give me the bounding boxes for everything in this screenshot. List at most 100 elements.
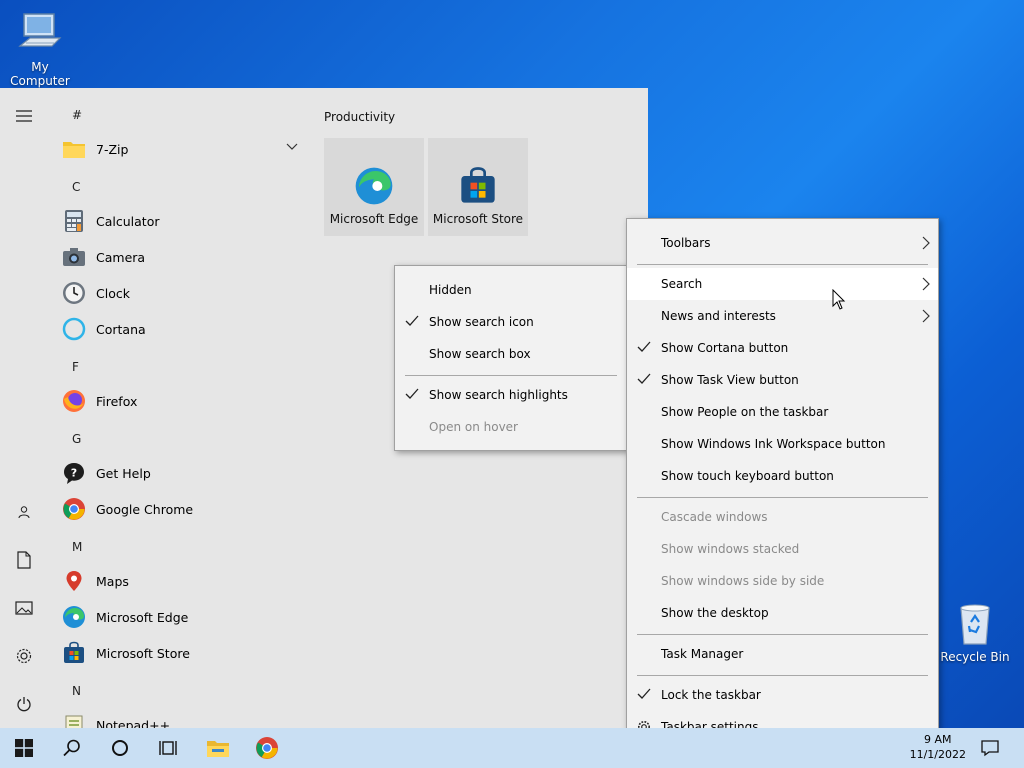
get-help-icon: ?: [62, 461, 86, 485]
documents-icon[interactable]: [12, 548, 36, 572]
chevron-right-icon: [922, 236, 930, 250]
maps-icon: [62, 569, 86, 593]
start-button[interactable]: [0, 728, 48, 768]
svg-text:?: ?: [71, 467, 77, 480]
menu-item-show-windows-side-by-side[interactable]: Show windows side by side: [627, 565, 938, 597]
store-icon: [461, 167, 495, 203]
menu-item-show-people[interactable]: Show People on the taskbar: [627, 396, 938, 428]
app-label: Cortana: [96, 321, 146, 337]
app-item-clock[interactable]: Clock: [48, 275, 310, 311]
power-icon[interactable]: [12, 692, 36, 716]
app-label: Notepad++: [96, 717, 171, 729]
chevron-right-icon: [922, 277, 930, 291]
taskbar: 9 AM 11/1/2022: [0, 728, 1024, 768]
settings-gear-icon[interactable]: [12, 644, 36, 668]
chrome-icon: [256, 737, 278, 759]
hamburger-menu-icon[interactable]: [12, 104, 36, 128]
section-letter[interactable]: #: [72, 108, 82, 122]
app-item-cortana[interactable]: Cortana: [48, 311, 310, 347]
tile-microsoft-edge[interactable]: Microsoft Edge: [324, 138, 424, 236]
menu-item-show-windows-stacked[interactable]: Show windows stacked: [627, 533, 938, 565]
task-view-icon: [159, 741, 177, 755]
app-item-7zip[interactable]: 7-Zip: [48, 131, 310, 167]
menu-separator: [637, 497, 928, 498]
start-rail: [0, 88, 48, 728]
menu-item-show-search-icon[interactable]: Show search icon: [395, 306, 627, 338]
menu-item-toolbars[interactable]: Toolbars: [627, 227, 938, 259]
app-item-maps[interactable]: Maps: [48, 563, 310, 599]
app-item-microsoft-store[interactable]: Microsoft Store: [48, 635, 310, 671]
app-list[interactable]: # 7-Zip C Calculator Camera Clock Cortan…: [48, 88, 310, 728]
app-item-microsoft-edge[interactable]: Microsoft Edge: [48, 599, 310, 635]
store-icon: [62, 641, 86, 665]
menu-item-show-cortana-button[interactable]: Show Cortana button: [627, 332, 938, 364]
app-item-firefox[interactable]: Firefox: [48, 383, 310, 419]
section-letter[interactable]: C: [72, 180, 80, 194]
notification-icon: [981, 740, 999, 757]
checkmark-icon: [637, 688, 651, 699]
section-letter[interactable]: N: [72, 684, 81, 698]
menu-item-show-task-view-button[interactable]: Show Task View button: [627, 364, 938, 396]
checkmark-icon: [405, 388, 419, 399]
menu-item-show-windows-ink[interactable]: Show Windows Ink Workspace button: [627, 428, 938, 460]
user-account-icon[interactable]: [12, 500, 36, 524]
section-letter[interactable]: F: [72, 360, 79, 374]
my-computer-desktop-icon[interactable]: My Computer: [0, 10, 80, 88]
chrome-taskbar-button[interactable]: [243, 728, 291, 768]
windows-logo-icon: [15, 739, 33, 757]
notepad-icon: [62, 713, 86, 728]
cortana-circle-icon: [112, 740, 128, 756]
menu-item-show-touch-keyboard[interactable]: Show touch keyboard button: [627, 460, 938, 492]
checkmark-icon: [637, 373, 651, 384]
app-item-camera[interactable]: Camera: [48, 239, 310, 275]
menu-item-show-the-desktop[interactable]: Show the desktop: [627, 597, 938, 629]
clock-display[interactable]: 9 AM 11/1/2022: [910, 732, 966, 762]
time-text: 9 AM: [924, 733, 952, 746]
section-letter[interactable]: G: [72, 432, 81, 446]
menu-item-search[interactable]: Search: [627, 268, 938, 300]
firefox-icon: [62, 389, 86, 413]
camera-icon: [62, 245, 86, 269]
calculator-icon: [62, 209, 86, 233]
edge-icon: [355, 167, 393, 205]
folder-icon: [62, 137, 86, 161]
tile-label: Microsoft Store: [432, 212, 524, 226]
recycle-bin-desktop-icon[interactable]: Recycle Bin: [935, 600, 1015, 664]
section-letter[interactable]: M: [72, 540, 82, 554]
file-explorer-icon: [207, 741, 229, 757]
recycle-bin-icon: [960, 604, 990, 645]
app-item-calculator[interactable]: Calculator: [48, 203, 310, 239]
tile-microsoft-store[interactable]: Microsoft Store: [428, 138, 528, 236]
chevron-down-icon[interactable]: [286, 143, 298, 151]
app-label: Camera: [96, 249, 146, 265]
search-button[interactable]: [48, 728, 96, 768]
menu-item-show-search-box[interactable]: Show search box: [395, 338, 627, 370]
app-label: 7-Zip: [96, 141, 129, 157]
search-icon: [63, 739, 80, 757]
chevron-right-icon: [922, 309, 930, 323]
app-item-notepad-plus-plus[interactable]: Notepad++: [48, 707, 310, 728]
mouse-cursor-icon: [832, 289, 846, 310]
chrome-icon: [62, 497, 86, 521]
menu-item-news-and-interests[interactable]: News and interests: [627, 300, 938, 332]
notifications-button[interactable]: [968, 728, 1012, 768]
menu-item-cascade-windows[interactable]: Cascade windows: [627, 501, 938, 533]
menu-item-task-manager[interactable]: Task Manager: [627, 638, 938, 670]
menu-item-open-on-hover[interactable]: Open on hover: [395, 411, 627, 443]
app-item-get-help[interactable]: ? Get Help: [48, 455, 310, 491]
pictures-icon[interactable]: [12, 596, 36, 620]
clock-icon: [62, 281, 86, 305]
file-explorer-taskbar-button[interactable]: [194, 728, 242, 768]
menu-separator: [637, 675, 928, 676]
app-label: Google Chrome: [96, 501, 194, 517]
tile-label: Microsoft Edge: [329, 212, 419, 226]
checkmark-icon: [405, 315, 419, 326]
edge-icon: [62, 605, 86, 629]
cortana-button[interactable]: [96, 728, 144, 768]
menu-item-hidden[interactable]: Hidden: [395, 274, 627, 306]
menu-item-lock-the-taskbar[interactable]: Lock the taskbar: [627, 679, 938, 711]
task-view-button[interactable]: [144, 728, 192, 768]
app-label: Get Help: [96, 465, 151, 481]
app-item-google-chrome[interactable]: Google Chrome: [48, 491, 310, 527]
menu-item-show-search-highlights[interactable]: Show search highlights: [395, 379, 627, 411]
